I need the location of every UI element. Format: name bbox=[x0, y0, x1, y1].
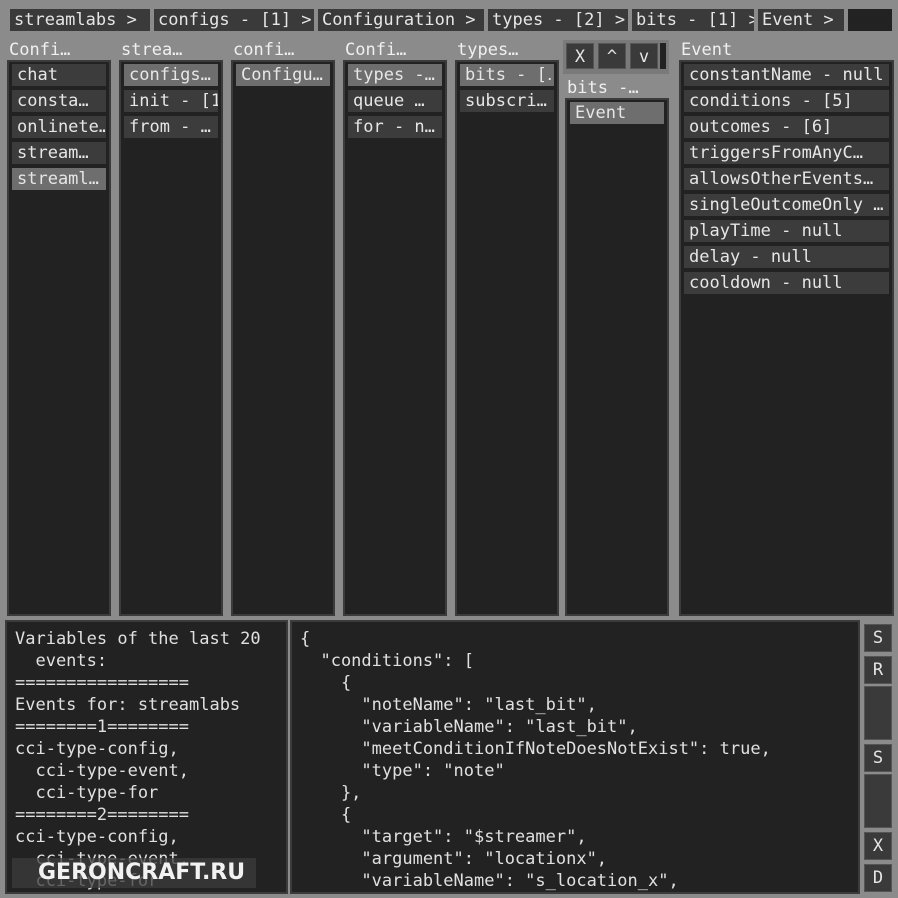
column-title-bits: bits -… bbox=[567, 78, 639, 98]
variables-line: Events for: streamlabs bbox=[15, 695, 241, 715]
column-configs-list[interactable]: Configu… bbox=[233, 62, 333, 614]
column-title-event: Event bbox=[681, 40, 733, 60]
list-item-configs[interactable]: configs… bbox=[124, 64, 218, 86]
list-item-conditions[interactable]: conditions - [5] bbox=[684, 90, 889, 112]
list-item-outcomes[interactable]: outcomes - [6] bbox=[684, 116, 889, 138]
json-line: { bbox=[300, 629, 311, 649]
save-alt-button[interactable]: S bbox=[864, 744, 892, 772]
json-editor[interactable]: { "conditions": [ { "noteName": "last_bi… bbox=[292, 622, 858, 892]
column-configuration-list[interactable]: types -… queue … for - n… bbox=[345, 62, 445, 614]
json-line: { bbox=[300, 673, 352, 693]
list-item-allowsotherevents[interactable]: allowsOtherEvents… bbox=[684, 168, 889, 190]
reload-button[interactable]: R bbox=[864, 656, 892, 684]
json-line: "noteName": "last_bit", bbox=[300, 695, 597, 715]
breadcrumb-empty-slot bbox=[848, 9, 892, 31]
column-event-list[interactable]: constantName - null conditions - [5] out… bbox=[681, 62, 892, 614]
watermark: GERONCRAFT.RU bbox=[12, 858, 256, 888]
variables-line: ========2======== bbox=[15, 805, 189, 825]
json-line: "type": "note" bbox=[300, 761, 505, 781]
list-item-triggersfromany[interactable]: triggersFromAnyC… bbox=[684, 142, 889, 164]
breadcrumb-item-streamlabs[interactable]: streamlabs > bbox=[10, 9, 150, 31]
column-bits-list[interactable]: Event bbox=[567, 100, 667, 614]
json-line: "variableName": "s_location_x", bbox=[300, 871, 679, 891]
json-line: "conditions": [ bbox=[300, 651, 474, 671]
column-config-list[interactable]: chat consta… onlinete… stream… streaml… bbox=[9, 62, 109, 614]
list-item-types[interactable]: types -… bbox=[348, 64, 442, 86]
breadcrumb-item-bits[interactable]: bits - [1] > bbox=[632, 9, 754, 31]
close-column-button[interactable]: X bbox=[566, 43, 594, 69]
list-item-event[interactable]: Event bbox=[570, 102, 664, 124]
json-line: "argument": "locationx", bbox=[300, 849, 608, 869]
list-item-stream[interactable]: stream… bbox=[12, 142, 106, 164]
list-item-singleoutcomeonly[interactable]: singleOutcomeOnly … bbox=[684, 194, 889, 216]
list-item-subscriptions[interactable]: subscri… bbox=[460, 90, 554, 112]
variables-line: cci-type-event, bbox=[15, 761, 189, 781]
json-line: "variableName": "last_bit", bbox=[300, 717, 638, 737]
list-item-playtime[interactable]: playTime - null bbox=[684, 220, 889, 242]
column-title-streamlabs: strea… bbox=[121, 40, 183, 60]
column-scroll-thumb[interactable] bbox=[660, 43, 666, 69]
variables-panel[interactable]: Variables of the last 20 events: =======… bbox=[7, 622, 286, 892]
list-item-queue[interactable]: queue … bbox=[348, 90, 442, 112]
save-button[interactable]: S bbox=[864, 624, 892, 652]
move-up-button[interactable]: ^ bbox=[598, 43, 626, 69]
list-item-init[interactable]: init - [1] bbox=[124, 90, 218, 112]
list-item-delay[interactable]: delay - null bbox=[684, 246, 889, 268]
column-types-list[interactable]: bits - [‥ subscri… bbox=[457, 62, 557, 614]
column-title-types: types… bbox=[457, 40, 519, 60]
breadcrumb-item-types[interactable]: types - [2] > bbox=[488, 9, 628, 31]
variables-line: Variables of the last 20 bbox=[15, 629, 261, 649]
variables-line: events: bbox=[15, 651, 108, 671]
list-item-from[interactable]: from - … bbox=[124, 116, 218, 138]
list-item-constant[interactable]: consta… bbox=[12, 90, 106, 112]
close-button[interactable]: X bbox=[864, 832, 892, 860]
json-line: }, bbox=[300, 783, 362, 803]
breadcrumb-item-configs[interactable]: configs - [1] > bbox=[154, 9, 314, 31]
move-down-button[interactable]: v bbox=[630, 43, 658, 69]
json-line: "target": "$streamer", bbox=[300, 827, 587, 847]
list-item-streamlabs[interactable]: streaml… bbox=[12, 168, 106, 190]
column-title-configuration: Confi… bbox=[345, 40, 407, 60]
json-line: "meetConditionIfNoteDoesNotExist": true, bbox=[300, 739, 771, 759]
delete-button[interactable]: D bbox=[864, 864, 892, 892]
breadcrumb-item-event[interactable]: Event > bbox=[758, 9, 844, 31]
variables-line: cci-type-config, bbox=[15, 739, 179, 759]
variables-line: cci-type-config, bbox=[15, 827, 179, 847]
variables-line: cci-type-for bbox=[15, 783, 159, 803]
json-line: { bbox=[300, 805, 352, 825]
variables-line: ========1======== bbox=[15, 717, 189, 737]
list-item-for[interactable]: for - n… bbox=[348, 116, 442, 138]
column-title-configs: confi… bbox=[233, 40, 295, 60]
list-item-bits[interactable]: bits - [‥ bbox=[460, 64, 554, 86]
list-item-onlinetext[interactable]: onlinete… bbox=[12, 116, 106, 138]
blank-button[interactable] bbox=[864, 686, 892, 740]
list-item-constantname[interactable]: constantName - null bbox=[684, 64, 889, 86]
list-item-chat[interactable]: chat bbox=[12, 64, 106, 86]
column-streamlabs-list[interactable]: configs… init - [1] from - … bbox=[121, 62, 221, 614]
breadcrumb-item-configuration[interactable]: Configuration > bbox=[318, 9, 484, 31]
list-item-cooldown[interactable]: cooldown - null bbox=[684, 272, 889, 294]
variables-line: ================= bbox=[15, 673, 189, 693]
column-title-config: Confi… bbox=[9, 40, 71, 60]
list-item-configuration[interactable]: Configu… bbox=[236, 64, 330, 86]
blank-button[interactable] bbox=[864, 774, 892, 828]
